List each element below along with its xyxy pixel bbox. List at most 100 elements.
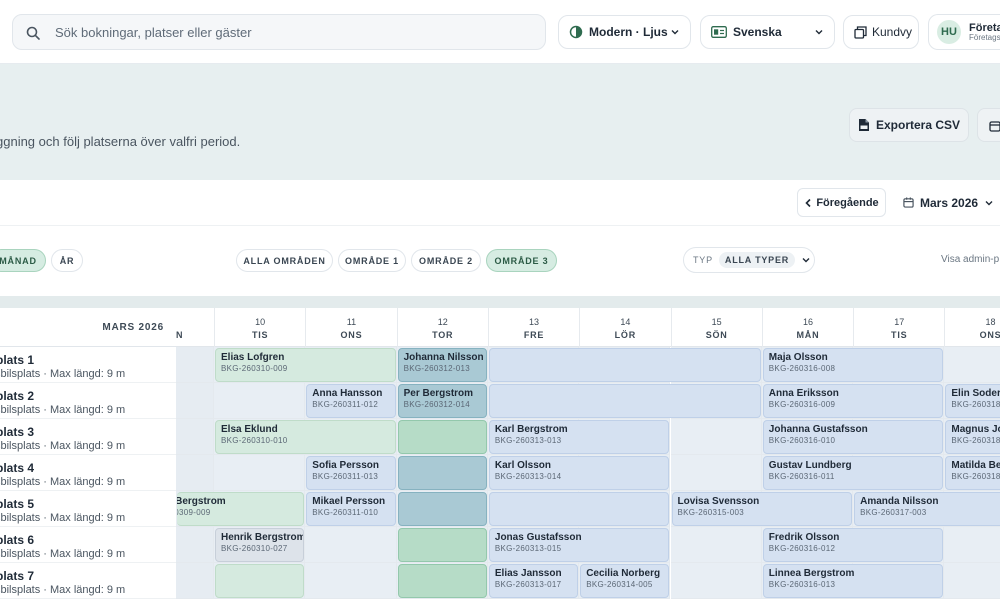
grid-cell[interactable]: [944, 347, 1000, 383]
row-label[interactable]: plats 3sbilsplats · Max längd: 9 m: [0, 419, 176, 455]
previous-button[interactable]: Föregående: [797, 188, 886, 217]
booking-block[interactable]: [488, 492, 670, 526]
booking-block[interactable]: [397, 492, 487, 526]
booking-block[interactable]: Johanna Gustafsson BKG-260316-010: [762, 420, 944, 454]
booking-block[interactable]: Karl Olsson BKG-260313-014: [488, 456, 670, 490]
chevron-down-icon: [671, 30, 679, 35]
booking-code: BKG-260311-013: [312, 472, 379, 481]
booking-block[interactable]: Amanda Nilsson BKG-260317-003: [854, 492, 1000, 526]
customer-view-button[interactable]: Kundvy: [843, 15, 919, 49]
booking-block[interactable]: Elsa Eklund BKG-260310-010: [215, 420, 396, 454]
view-year-chip[interactable]: ÅR: [51, 249, 83, 272]
booking-block[interactable]: [488, 348, 761, 382]
grid-cell[interactable]: [944, 527, 1000, 563]
booking-block[interactable]: Gustav Lundberg BKG-260316-011: [762, 456, 944, 490]
booking-block[interactable]: [397, 456, 487, 490]
booking-block[interactable]: [488, 384, 761, 418]
booking-guest: Magnus Jo: [951, 424, 1000, 435]
month-selector[interactable]: Mars 2026: [903, 188, 1000, 217]
show-admin-link[interactable]: Visa admin-p: [941, 254, 999, 265]
grid-cell[interactable]: [176, 455, 214, 491]
booking-block[interactable]: Lovisa Svensson BKG-260315-003: [671, 492, 853, 526]
row-label-name: plats 7: [0, 569, 35, 583]
booking-code: BKG-260309-009: [177, 508, 211, 517]
grid-cell[interactable]: [670, 419, 762, 455]
booking-code: BKG-260310-010: [221, 436, 288, 445]
row-label-description: sbilsplats · Max längd: 9 m: [0, 368, 126, 380]
grid-cell[interactable]: [176, 347, 214, 383]
row-label[interactable]: plats 1sbilsplats · Max längd: 9 m: [0, 347, 176, 383]
grid-cell[interactable]: [670, 527, 762, 563]
booking-block[interactable]: Maja Olsson BKG-260316-008: [762, 348, 944, 382]
row-label[interactable]: plats 7sbilsplats · Max längd: 9 m: [0, 563, 176, 599]
booking-block[interactable]: Sofia Persson BKG-260311-013: [306, 456, 396, 490]
row-label[interactable]: plats 2sbilsplats · Max längd: 9 m: [0, 383, 176, 419]
area-2-chip[interactable]: OMRÅDE 2: [411, 249, 481, 272]
booking-block[interactable]: Magnus Jo BKG-260318-: [945, 420, 1000, 454]
row-label-description: sbilsplats · Max längd: 9 m: [0, 404, 126, 416]
booking-block[interactable]: Karl Bergstrom BKG-260313-013: [488, 420, 670, 454]
day-number: 15: [711, 317, 722, 327]
booking-code: BKG-260311-010: [312, 508, 379, 517]
grid-cell[interactable]: [176, 419, 214, 455]
grid-cell[interactable]: [214, 383, 306, 419]
grid-cell[interactable]: [176, 383, 214, 419]
booking-block[interactable]: Elias Lofgren BKG-260310-009: [215, 348, 396, 382]
booking-block[interactable]: [397, 564, 487, 598]
row-label[interactable]: plats 4sbilsplats · Max längd: 9 m: [0, 455, 176, 491]
row-label-name: plats 6: [0, 533, 35, 547]
booking-block[interactable]: Fredrik Olsson BKG-260316-012: [762, 528, 944, 562]
view-month-chip[interactable]: MÅNAD: [0, 249, 46, 272]
grid-cell[interactable]: [176, 527, 214, 563]
booking-block[interactable]: Elias Jansson BKG-260313-017: [488, 564, 579, 598]
grid-cell[interactable]: [305, 527, 397, 563]
booking-block[interactable]: [215, 564, 305, 598]
booking-block[interactable]: Matilda Ber BKG-260318-: [945, 456, 1000, 490]
booking-block[interactable]: Per Bergstrom BKG-260312-014: [397, 384, 487, 418]
booking-block[interactable]: [397, 528, 487, 562]
booking-block[interactable]: Oscar BergstromBKG-260309-009: [177, 492, 305, 526]
grid-cell[interactable]: [176, 563, 214, 599]
row-label[interactable]: plats 5sbilsplats · Max längd: 9 m: [0, 491, 176, 527]
booking-guest: Per Bergstrom: [403, 388, 474, 399]
booking-block[interactable]: Cecilia Norberg BKG-260314-005: [580, 564, 670, 598]
day-name: MÅN: [796, 330, 820, 340]
grid-cell[interactable]: [214, 455, 306, 491]
language-selector[interactable]: Svenska: [700, 15, 835, 49]
booking-code: BKG-260313-017: [494, 580, 562, 589]
area-1-chip[interactable]: OMRÅDE 1: [338, 249, 406, 272]
day-column-header: 11 ONS: [305, 308, 396, 347]
booking-guest: Elin Soderb: [951, 388, 1000, 399]
search-input[interactable]: [53, 15, 533, 49]
theme-selector[interactable]: Modern · Ljus: [558, 15, 691, 49]
grid-cell[interactable]: [944, 563, 1000, 599]
area-3-chip[interactable]: OMRÅDE 3: [486, 249, 557, 272]
booking-block[interactable]: Mikael Persson BKG-260311-010: [306, 492, 396, 526]
export-csv-button[interactable]: Exportera CSV: [849, 108, 969, 142]
booking-block[interactable]: Johanna Nilsson BKG-260312-013: [397, 348, 487, 382]
day-name: SÖN: [705, 330, 728, 340]
booking-guest: Lovisa Svensson: [677, 496, 760, 507]
booking-code: BKG-260311-012: [312, 400, 379, 409]
booking-block[interactable]: Elin SoderbBKG-260318-: [945, 384, 1000, 418]
user-menu[interactable]: HU Företag Företags: [928, 14, 1000, 50]
booking-guest: Elsa Eklund: [221, 424, 278, 435]
calendar-button[interactable]: [977, 108, 1000, 142]
user-subtitle: Företags: [969, 32, 1000, 42]
booking-block[interactable]: Linnea Bergstrom BKG-260316-013: [762, 564, 944, 598]
type-filter[interactable]: TYP ALLA TYPER: [683, 247, 815, 273]
type-filter-value: ALLA TYPER: [718, 252, 796, 268]
booking-block[interactable]: Jonas Gustafsson BKG-260313-015: [488, 528, 670, 562]
booking-block[interactable]: [397, 420, 487, 454]
booking-block[interactable]: Anna Eriksson BKG-260316-009: [762, 384, 944, 418]
search-box[interactable]: [12, 14, 546, 50]
row-label[interactable]: plats 6sbilsplats · Max längd: 9 m: [0, 527, 176, 563]
day-name: TIS: [891, 330, 908, 340]
booking-block[interactable]: Anna Hansson BKG-260311-012: [306, 384, 396, 418]
area-all-chip[interactable]: ALLA OMRÅDEN: [236, 249, 333, 272]
grid-cell[interactable]: [670, 563, 762, 599]
booking-block[interactable]: Henrik Bergstrom BKG-260310-027: [215, 528, 305, 562]
grid-cell[interactable]: [670, 455, 762, 491]
grid-cell[interactable]: [305, 563, 397, 599]
day-name: TIS: [251, 330, 269, 340]
